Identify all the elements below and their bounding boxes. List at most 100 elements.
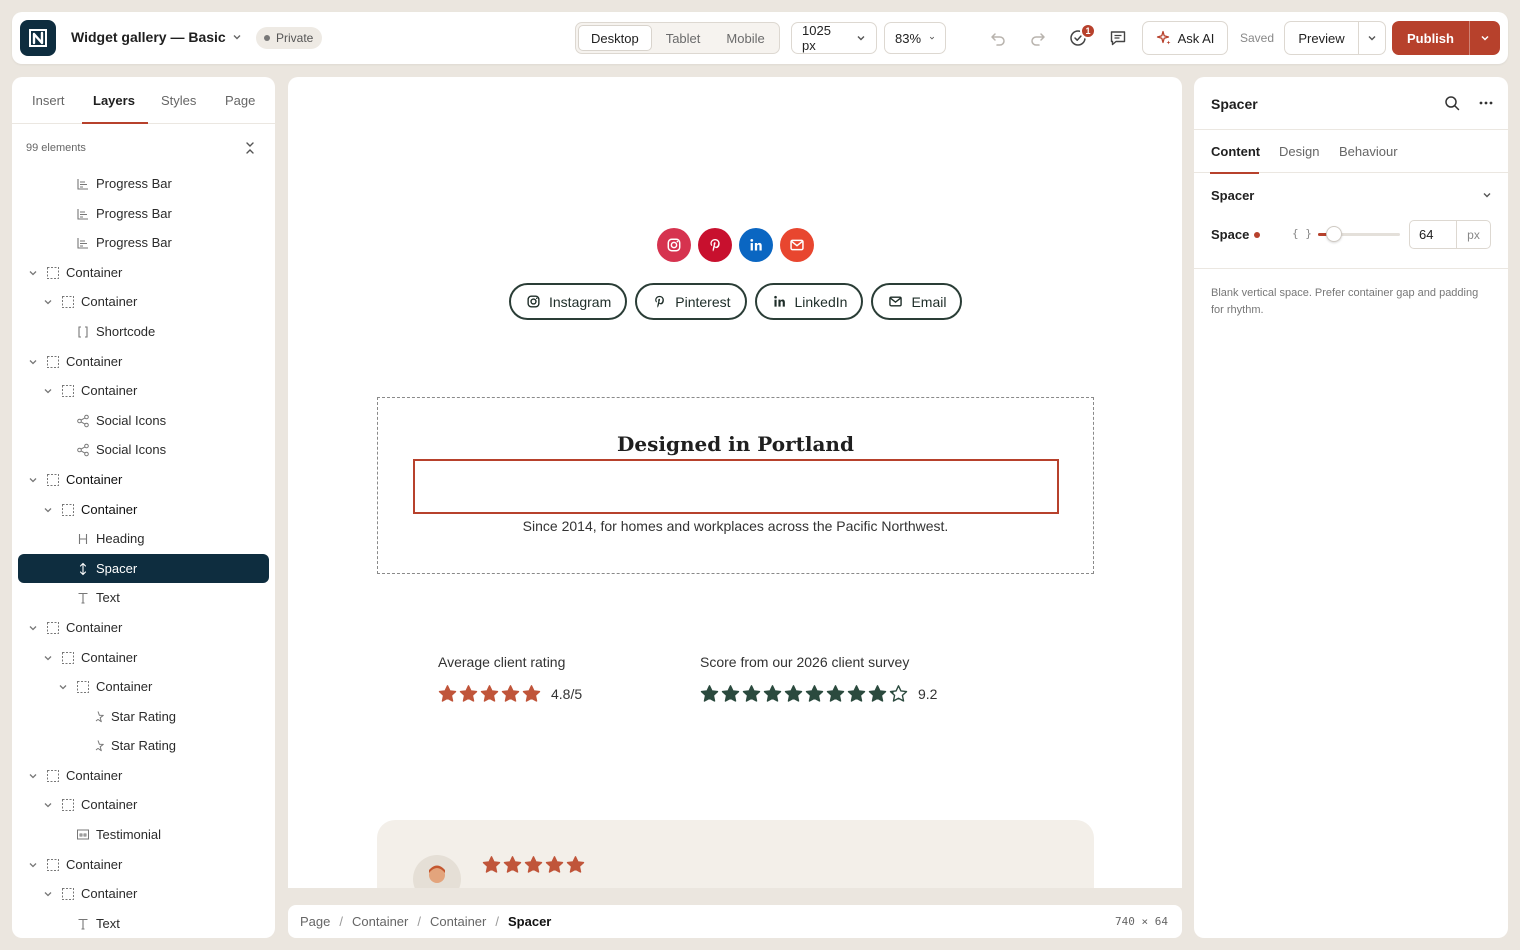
device-desktop[interactable]: Desktop [578, 25, 652, 51]
inspector-more-button[interactable] [1478, 95, 1494, 111]
preview-button[interactable]: Preview [1285, 22, 1359, 54]
dynamic-value-button[interactable]: { } [1292, 227, 1312, 240]
layer-item-container[interactable]: Container [18, 376, 269, 406]
layer-item-container[interactable]: Container [18, 761, 269, 791]
expand-caret-icon[interactable] [28, 268, 38, 278]
layer-item-container[interactable]: Container [18, 790, 269, 820]
layer-item-text[interactable]: Text [18, 909, 269, 938]
layer-item-social-icons[interactable]: Social Icons [18, 406, 269, 436]
tab-layers[interactable]: Layers [93, 93, 135, 108]
tab-insert[interactable]: Insert [32, 93, 65, 108]
layer-item-spacer[interactable]: Spacer [18, 553, 269, 584]
tab-styles[interactable]: Styles [161, 93, 196, 108]
space-unit-select[interactable]: px [1457, 221, 1490, 248]
layer-item-container[interactable]: Container [18, 672, 269, 702]
layer-item-container[interactable]: Container [18, 287, 269, 317]
layer-item-progress-bar[interactable]: Progress Bar [18, 199, 269, 229]
device-tablet[interactable]: Tablet [654, 25, 713, 51]
layer-item-container[interactable]: Container [18, 613, 269, 643]
layer-item-container[interactable]: Container [18, 465, 269, 495]
layer-item-heading[interactable]: Heading [18, 524, 269, 554]
privacy-badge[interactable]: Private [256, 27, 323, 49]
expand-caret-icon[interactable] [43, 505, 53, 515]
section-header-spacer[interactable]: Spacer [1211, 188, 1254, 203]
layer-item-star-rating[interactable]: Star Rating [18, 731, 269, 761]
expand-caret-icon[interactable] [43, 297, 53, 307]
canvas-heading[interactable]: Designed in Portland [378, 432, 1093, 456]
tab-content[interactable]: Content [1211, 144, 1260, 159]
layer-item-container[interactable]: Container [18, 495, 269, 525]
star-icon [438, 685, 457, 702]
layer-item-star-rating[interactable]: Star Rating [18, 702, 269, 732]
layer-item-container[interactable]: Container [18, 258, 269, 288]
social-circle-email[interactable] [780, 228, 814, 262]
layer-icon [46, 473, 60, 487]
canvas-text[interactable]: Since 2014, for homes and workplaces acr… [378, 518, 1093, 534]
layer-item-progress-bar[interactable]: Progress Bar [18, 169, 269, 199]
tab-page[interactable]: Page [225, 93, 255, 108]
layer-item-text[interactable]: Text [18, 583, 269, 613]
selected-spacer[interactable] [413, 459, 1059, 514]
expand-caret-icon[interactable] [58, 682, 68, 692]
layer-item-container[interactable]: Container [18, 879, 269, 909]
space-slider[interactable] [1318, 226, 1400, 242]
layer-label: Social Icons [96, 442, 167, 458]
slider-thumb[interactable] [1326, 226, 1343, 242]
social-button-pinterest[interactable]: Pinterest [635, 283, 747, 320]
social-circle-pinterest[interactable] [698, 228, 732, 262]
social-button-linkedin[interactable]: LinkedIn [754, 283, 864, 320]
expand-caret-icon[interactable] [28, 623, 38, 633]
publish-button[interactable]: Publish [1392, 21, 1470, 55]
expand-caret-icon[interactable] [28, 475, 38, 485]
selected-container-outline[interactable]: Designed in Portland Since 2014, for hom… [377, 397, 1094, 574]
layer-item-shortcode[interactable]: Shortcode [18, 317, 269, 347]
ask-ai-button[interactable]: Ask AI [1142, 21, 1228, 55]
space-value-input[interactable]: 64 [1410, 221, 1457, 248]
expand-caret-icon[interactable] [28, 860, 38, 870]
layer-item-testimonial[interactable]: Testimonial [18, 820, 269, 850]
expand-caret-icon[interactable] [43, 800, 53, 810]
layer-item-container[interactable]: Container [18, 347, 269, 377]
width-dropdown[interactable]: 1025 px [791, 22, 877, 54]
container-icon [62, 799, 74, 812]
layer-label: Progress Bar [96, 235, 172, 251]
design-canvas[interactable]: Instagram Pinterest LinkedIn Email Designed… [288, 77, 1182, 888]
app-logo[interactable] [20, 20, 56, 56]
breadcrumb-page[interactable]: Page [300, 914, 330, 929]
breadcrumb-container-1[interactable]: Container [352, 914, 408, 929]
redo-button[interactable] [1026, 26, 1050, 50]
social-circle-linkedin[interactable] [739, 228, 773, 262]
social-button-instagram[interactable]: Instagram [509, 283, 628, 320]
breadcrumb: Page / Container / Container / Spacer 74… [288, 905, 1182, 938]
section-toggle[interactable] [1482, 190, 1492, 200]
zoom-dropdown[interactable]: 83% [884, 22, 946, 54]
breadcrumb-container-2[interactable]: Container [430, 914, 486, 929]
testimonial-card[interactable] [377, 820, 1094, 888]
expand-caret-icon[interactable] [28, 771, 38, 781]
star-rating-2[interactable]: Score from our 2026 client survey 9.2 [700, 654, 937, 703]
collapse-all-button[interactable] [243, 141, 257, 155]
layer-item-container[interactable]: Container [18, 850, 269, 880]
site-name-dropdown[interactable]: Widget gallery — Basic [71, 29, 242, 45]
layer-item-social-icons[interactable]: Social Icons [18, 435, 269, 465]
notification-badge: 1 [1080, 23, 1096, 39]
star-rating-1[interactable]: Average client rating 4.8/5 [438, 654, 582, 703]
social-button-email[interactable]: Email [871, 283, 963, 320]
expand-caret-icon[interactable] [43, 889, 53, 899]
publish-options-button[interactable] [1470, 21, 1500, 55]
comments-button[interactable] [1106, 26, 1130, 50]
tab-design[interactable]: Design [1279, 144, 1319, 159]
layer-item-progress-bar[interactable]: Progress Bar [18, 228, 269, 258]
social-circle-instagram[interactable] [657, 228, 691, 262]
inspector-search-button[interactable] [1444, 95, 1460, 111]
expand-caret-icon[interactable] [43, 386, 53, 396]
preview-options-button[interactable] [1359, 22, 1385, 54]
search-icon [1445, 96, 1460, 111]
device-mobile[interactable]: Mobile [714, 25, 776, 51]
star-icon [805, 685, 824, 702]
tab-behaviour[interactable]: Behaviour [1339, 144, 1398, 159]
expand-caret-icon[interactable] [43, 653, 53, 663]
undo-button[interactable] [986, 26, 1010, 50]
expand-caret-icon[interactable] [28, 357, 38, 367]
layer-item-container[interactable]: Container [18, 643, 269, 673]
